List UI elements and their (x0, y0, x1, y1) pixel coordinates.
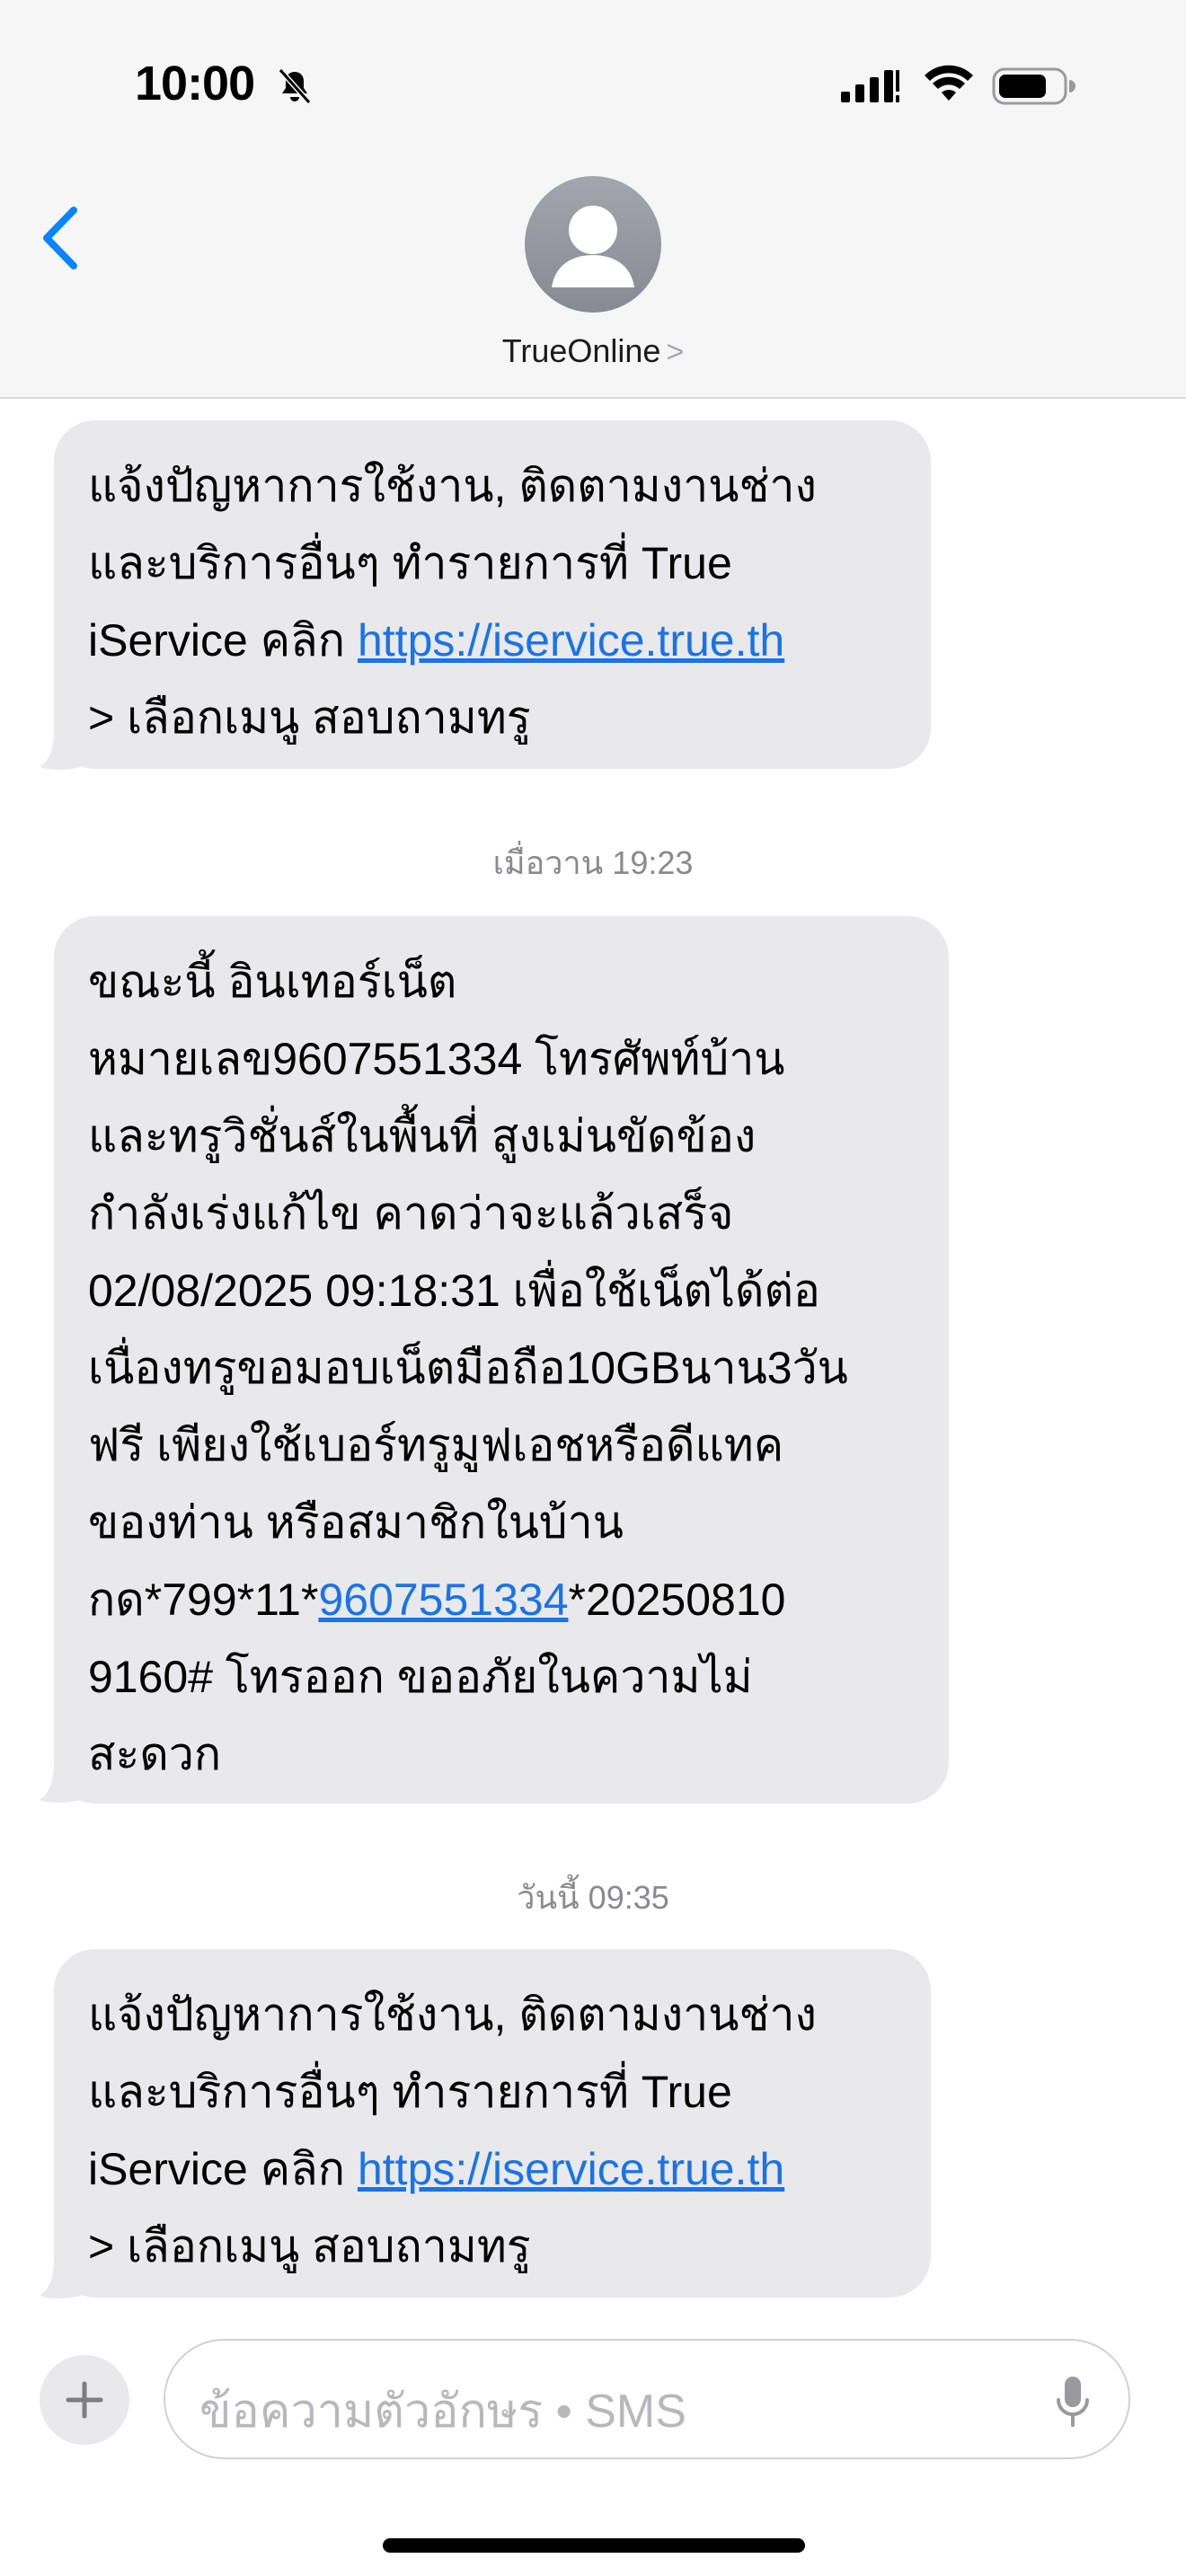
message-line: และบริการอื่นๆ ทำรายการที่ True (88, 538, 732, 588)
message-line: 9160# โทรออก ขออภัยในความไม่ (88, 1652, 753, 1702)
message-line: iService คลิก https://iservice.true.th (88, 2130, 897, 2208)
contact-name[interactable]: TrueOnline > (0, 332, 1186, 370)
message-line: และทรูวิชั่นส์ในพื้นที่ สูงเม่นขัดข้อง (88, 1111, 757, 1161)
message-line: กด*799*11*9607551334*20250810 (88, 1561, 915, 1638)
message-bubble[interactable]: แจ้งปัญหาการใช้งาน, ติดตามงานช่าง และบริ… (54, 1949, 931, 2298)
message-line: > เลือกเมนู สอบถามทรู (88, 693, 531, 743)
message-text: iService คลิก (88, 2144, 358, 2194)
message-text: กด*799*11* (88, 1575, 319, 1625)
contact-avatar[interactable] (525, 176, 661, 313)
status-time: 10:00 (135, 57, 255, 110)
signal-icon (841, 70, 899, 102)
timestamp: วันนี้ 09:35 (517, 1879, 669, 1916)
message-input-placeholder: ข้อความตัวอักษร • SMS (199, 2386, 686, 2438)
phone-link[interactable]: 9607551334 (318, 1575, 568, 1625)
microphone-icon[interactable] (1055, 2375, 1091, 2429)
battery-icon (992, 67, 1075, 105)
timestamp: เมื่อวาน 19:23 (492, 844, 694, 881)
message-bubble[interactable]: แจ้งปัญหาการใช้งาน, ติดตามงานช่าง และบริ… (54, 420, 931, 769)
message-line: 02/08/2025 09:18:31 เพื่อใช้เน็ตได้ต่อ (88, 1266, 820, 1316)
message-line: สะดวก (88, 1729, 222, 1779)
home-indicator[interactable] (383, 2538, 805, 2553)
message-line: ฟรี เพียงใช้เบอร์ทรูมูฟเอชหรือดีแทค (88, 1420, 784, 1470)
message-line: แจ้งปัญหาการใช้งาน, ติดตามงานช่าง (88, 1989, 817, 2040)
message-line: > เลือกเมนู สอบถามทรู (88, 2221, 531, 2272)
message-line: หมายเลข9607551334 โทรศัพท์บ้าน (88, 1034, 785, 1084)
message-line: ของท่าน หรือสมาชิกในบ้าน (88, 1497, 624, 1548)
status-bar: 10:00 (0, 0, 1186, 171)
message-link[interactable]: https://iservice.true.th (358, 2144, 784, 2194)
message-line: แจ้งปัญหาการใช้งาน, ติดตามงานช่าง (88, 461, 817, 511)
bell-slash-icon (278, 68, 312, 104)
message-text: *20250810 (568, 1575, 786, 1625)
message-line: iService คลิก https://iservice.true.th (88, 602, 897, 679)
message-line: เนื่องทรูขอมอบเน็ตมือถือ10GBนาน3วัน (88, 1343, 848, 1393)
wifi-icon (925, 65, 973, 101)
contact-name-label: TrueOnline (501, 332, 661, 369)
message-bubble[interactable]: ขณะนี้ อินเทอร์เน็ต หมายเลข9607551334 โท… (54, 916, 949, 1804)
message-line: กำลังเร่งแก้ไข คาดว่าจะแล้วเสร็จ (88, 1188, 734, 1239)
message-input[interactable]: ข้อความตัวอักษร • SMS (164, 2339, 1130, 2459)
plus-icon (66, 2381, 103, 2419)
back-chevron-icon[interactable] (40, 205, 83, 271)
contact-avatar-icon (525, 176, 661, 313)
add-attachment-button[interactable] (40, 2355, 129, 2445)
message-text: iService คลิก (88, 615, 358, 666)
message-link[interactable]: https://iservice.true.th (358, 615, 784, 666)
message-line: ขณะนี้ อินเทอร์เน็ต (88, 957, 457, 1007)
message-line: และบริการอื่นๆ ทำรายการที่ True (88, 2067, 732, 2117)
contact-chevron-icon: > (666, 335, 685, 369)
